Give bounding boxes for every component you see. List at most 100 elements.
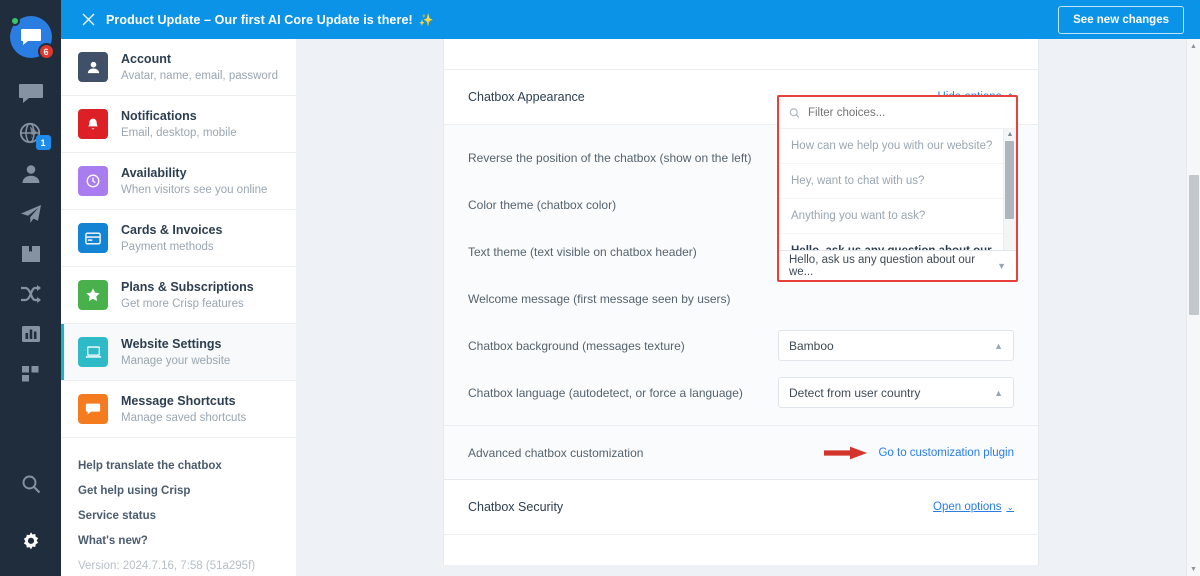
link-whats-new[interactable]: What's new?	[78, 535, 296, 547]
sidebar-item-label: Availability	[121, 165, 187, 180]
rail-item-contacts[interactable]	[9, 154, 53, 194]
sidebar-text-plans-subscriptions: Plans & Subscriptions Get more Crisp fea…	[121, 279, 254, 312]
message-shortcuts-icon-tile	[78, 394, 108, 424]
book-icon	[21, 246, 40, 262]
sidebar-item-website-settings[interactable]: Website Settings Manage your website	[61, 324, 296, 381]
laptop-icon	[85, 346, 101, 358]
red-arrow-annotation	[824, 445, 868, 461]
banner-title: Product Update – Our first AI Core Updat…	[106, 12, 413, 27]
field-label: Reverse the position of the chatbox (sho…	[468, 150, 752, 165]
select-value: Detect from user country	[789, 385, 921, 400]
sidebar-links: Help translate the chatbox Get help usin…	[61, 438, 296, 572]
bar-chart-icon	[21, 326, 40, 342]
sidebar-text-website-settings: Website Settings Manage your website	[121, 336, 230, 369]
visitors-badge: 1	[35, 135, 51, 150]
sidebar-text-notifications: Notifications Email, desktop, mobile	[121, 108, 237, 141]
rail-item-helpdesk[interactable]	[9, 234, 53, 274]
rail-bottom-group	[9, 464, 53, 576]
dropdown-scroll-thumb[interactable]	[1005, 141, 1014, 219]
filter-choices-input[interactable]	[807, 106, 1006, 119]
rail-item-routing[interactable]	[9, 274, 53, 314]
rail-item-conversations[interactable]	[9, 74, 53, 114]
scroll-up-arrow-icon[interactable]: ▲	[1007, 129, 1014, 140]
dropdown-option-label: Anything you want to ask?	[791, 210, 926, 222]
online-status-dot	[9, 16, 20, 26]
dropdown-filter-row	[779, 97, 1016, 129]
close-icon[interactable]	[77, 9, 99, 31]
sidebar-item-label: Website Settings	[121, 336, 222, 351]
sidebar-text-account: Account Avatar, name, email, password	[121, 51, 278, 84]
sidebar-item-subtitle: Manage saved shortcuts	[121, 411, 247, 424]
dropdown-option-label: How can we help you with our website?	[791, 140, 993, 152]
open-options-label: Open options	[933, 501, 1002, 513]
sidebar-item-subtitle: Manage your website	[121, 354, 231, 367]
chatbox-background-select[interactable]: Bamboo ▲	[778, 330, 1014, 361]
search-icon	[22, 475, 40, 494]
dropdown-option[interactable]: Anything you want to ask?	[779, 199, 1016, 234]
person-icon	[87, 61, 99, 73]
scroll-up-arrow-icon[interactable]: ▲	[1187, 39, 1200, 53]
sidebar-item-subtitle: Payment methods	[121, 240, 214, 253]
select-value: Bamboo	[789, 338, 834, 353]
rail-item-campaigns[interactable]	[9, 194, 53, 234]
chevron-down-icon: ⌄	[1006, 501, 1014, 512]
rail-item-search[interactable]	[9, 464, 53, 504]
sidebar-item-label: Plans & Subscriptions	[121, 279, 254, 294]
sidebar-item-label: Cards & Invoices	[121, 222, 223, 237]
sidebar-item-availability[interactable]: Availability When visitors see you onlin…	[61, 153, 296, 210]
see-new-changes-button[interactable]: See new changes	[1058, 5, 1184, 34]
link-get-help[interactable]: Get help using Crisp	[78, 485, 296, 497]
field-welcome-message: Welcome message (first message seen by u…	[444, 275, 1038, 322]
sidebar-item-subtitle: Avatar, name, email, password	[121, 69, 279, 82]
shuffle-icon	[20, 285, 41, 303]
welcome-message-select-value[interactable]: Hello, ask us any question about our we.…	[779, 250, 1016, 280]
paper-plane-icon	[20, 205, 41, 223]
sidebar-item-message-shortcuts[interactable]: Message Shortcuts Manage saved shortcuts	[61, 381, 296, 438]
website-settings-icon-tile	[78, 337, 108, 367]
search-icon	[789, 107, 800, 118]
product-update-banner: Product Update – Our first AI Core Updat…	[61, 0, 1200, 39]
sidebar-item-plans-subscriptions[interactable]: Plans & Subscriptions Get more Crisp fea…	[61, 267, 296, 324]
section-title: Chatbox Security	[468, 500, 564, 514]
advanced-label: Advanced chatbox customization	[468, 445, 644, 460]
page-scroll-thumb[interactable]	[1189, 175, 1199, 315]
go-to-customization-plugin-link[interactable]: Go to customization plugin	[878, 447, 1014, 459]
dropdown-option[interactable]: Hey, want to chat with us?	[779, 164, 1016, 199]
sidebar-text-cards-invoices: Cards & Invoices Payment methods	[121, 222, 222, 255]
open-options-toggle[interactable]: Open options ⌄	[933, 501, 1014, 513]
bell-icon	[88, 118, 98, 129]
app-root: 6 1 Product Update – Our first AI Core U…	[0, 0, 1200, 576]
dropdown-option[interactable]: How can we help you with our website?	[779, 129, 1016, 164]
section-header-chatbox-security: Chatbox Security Open options ⌄	[444, 479, 1038, 535]
sidebar-item-label: Notifications	[121, 108, 197, 123]
section-title: Chatbox Appearance	[468, 90, 585, 104]
chevron-up-icon: ▲	[994, 340, 1003, 351]
sidebar-item-cards-invoices[interactable]: Cards & Invoices Payment methods	[61, 210, 296, 267]
sidebar-item-notifications[interactable]: Notifications Email, desktop, mobile	[61, 96, 296, 153]
rail-item-visitors[interactable]: 1	[9, 114, 53, 154]
gear-icon	[23, 532, 38, 550]
rail-item-plugins[interactable]	[9, 354, 53, 394]
field-label: Chatbox background (messages texture)	[468, 338, 685, 353]
sidebar-item-subtitle: Email, desktop, mobile	[121, 126, 237, 139]
sidebar-text-availability: Availability When visitors see you onlin…	[121, 165, 267, 198]
section-header-next-partial	[444, 535, 1038, 565]
field-label: Chatbox language (autodetect, or force a…	[468, 385, 743, 400]
scroll-down-arrow-icon[interactable]: ▼	[1187, 562, 1200, 576]
sidebar-item-subtitle: Get more Crisp features	[121, 297, 244, 310]
page-scrollbar[interactable]: ▲ ▼	[1186, 39, 1200, 576]
chatbox-language-select[interactable]: Detect from user country ▲	[778, 377, 1014, 408]
sidebar-item-account[interactable]: Account Avatar, name, email, password	[61, 39, 296, 96]
availability-icon-tile	[78, 166, 108, 196]
rail-item-analytics[interactable]	[9, 314, 53, 354]
sidebar-item-label: Account	[121, 51, 171, 66]
rail-item-settings[interactable]	[9, 522, 53, 562]
cards-icon-tile	[78, 223, 108, 253]
chat-bubble-icon	[20, 29, 41, 45]
link-service-status[interactable]: Service status	[78, 510, 296, 522]
link-help-translate[interactable]: Help translate the chatbox	[78, 460, 296, 472]
user-avatar[interactable]: 6	[9, 16, 55, 60]
chat-bubble-icon	[18, 84, 43, 103]
main-content: Chatbox Appearance Hide options ⌃ Revers…	[296, 39, 1186, 576]
notifications-icon-tile	[78, 109, 108, 139]
